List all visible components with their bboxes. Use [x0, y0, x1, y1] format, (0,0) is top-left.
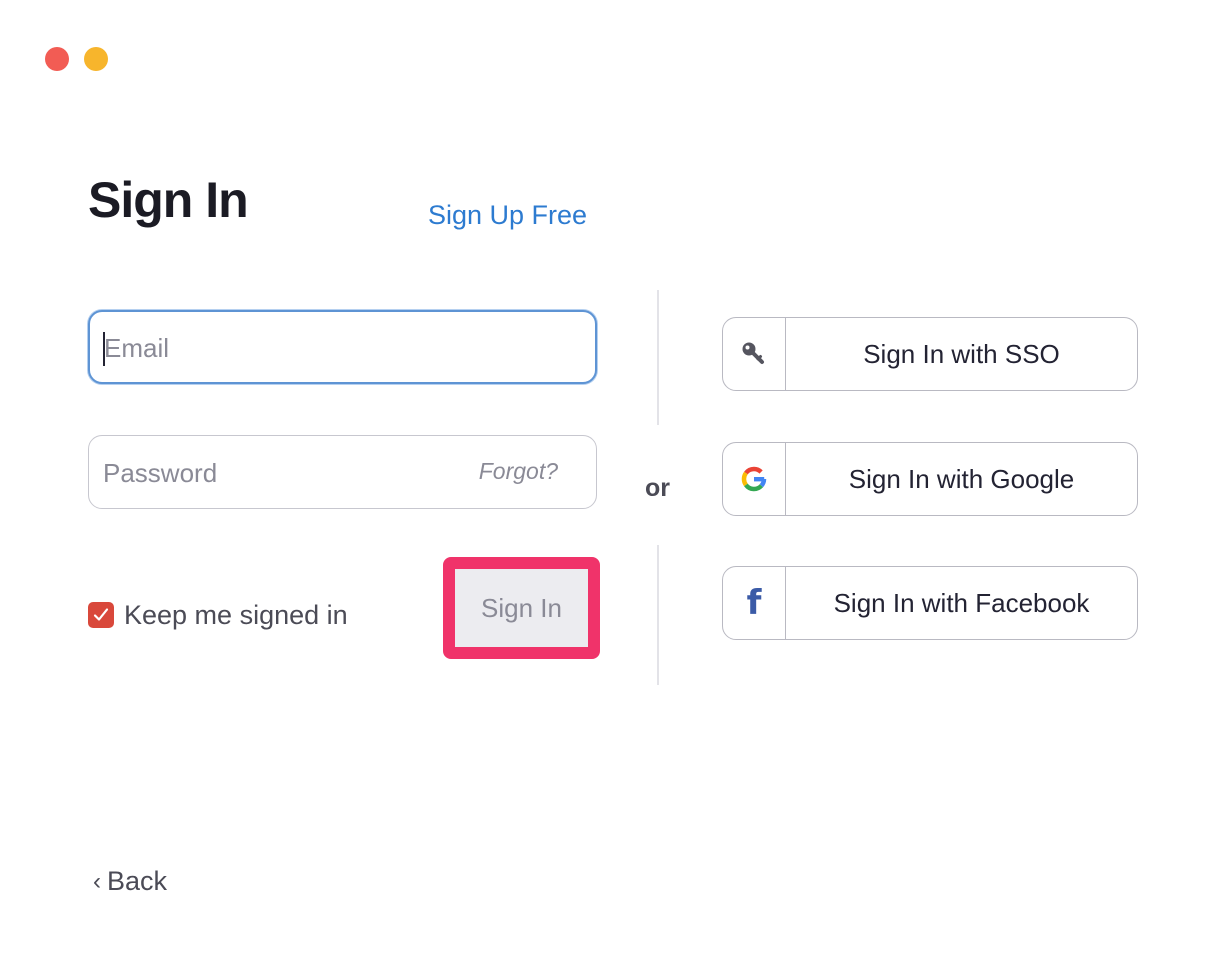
chevron-left-icon: ‹ [93, 867, 101, 895]
back-link[interactable]: ‹ Back [93, 866, 167, 897]
email-field[interactable] [88, 310, 597, 384]
sign-in-window: Sign In Sign Up Free Forgot? Keep me sig… [0, 0, 1213, 964]
sign-in-google-label: Sign In with Google [848, 463, 1075, 494]
sign-in-google-button[interactable]: Sign In with Google [722, 442, 1138, 516]
checkmark-icon [93, 608, 109, 621]
window-close-button[interactable] [45, 47, 69, 71]
sign-in-facebook-button[interactable]: f Sign In with Facebook [722, 566, 1138, 640]
password-field[interactable]: Forgot? [88, 435, 597, 510]
back-label: Back [107, 866, 168, 896]
sign-in-sso-label: Sign In with SSO [863, 338, 1060, 369]
forgot-password-link[interactable]: Forgot? [479, 458, 558, 485]
window-minimize-button[interactable] [84, 47, 108, 71]
page-title: Sign In [88, 172, 249, 228]
keep-signed-in-label: Keep me signed in [124, 599, 348, 630]
key-icon [742, 342, 764, 364]
or-separator: or [645, 474, 670, 502]
sign-in-button-label: Sign In [481, 592, 562, 623]
keep-signed-in-row[interactable]: Keep me signed in [88, 598, 348, 632]
email-input[interactable] [102, 312, 466, 384]
keep-signed-in-checkbox[interactable] [88, 602, 114, 628]
sign-up-free-link[interactable]: Sign Up Free [428, 199, 587, 231]
divider-top [657, 290, 659, 425]
sign-in-facebook-label: Sign In with Facebook [833, 587, 1090, 618]
divider-bottom [657, 545, 659, 685]
google-icon [741, 466, 767, 492]
sign-in-button[interactable]: Sign In [443, 557, 600, 659]
facebook-icon: f [746, 583, 762, 623]
sign-in-sso-button[interactable]: Sign In with SSO [722, 317, 1138, 391]
password-input[interactable] [101, 436, 465, 510]
